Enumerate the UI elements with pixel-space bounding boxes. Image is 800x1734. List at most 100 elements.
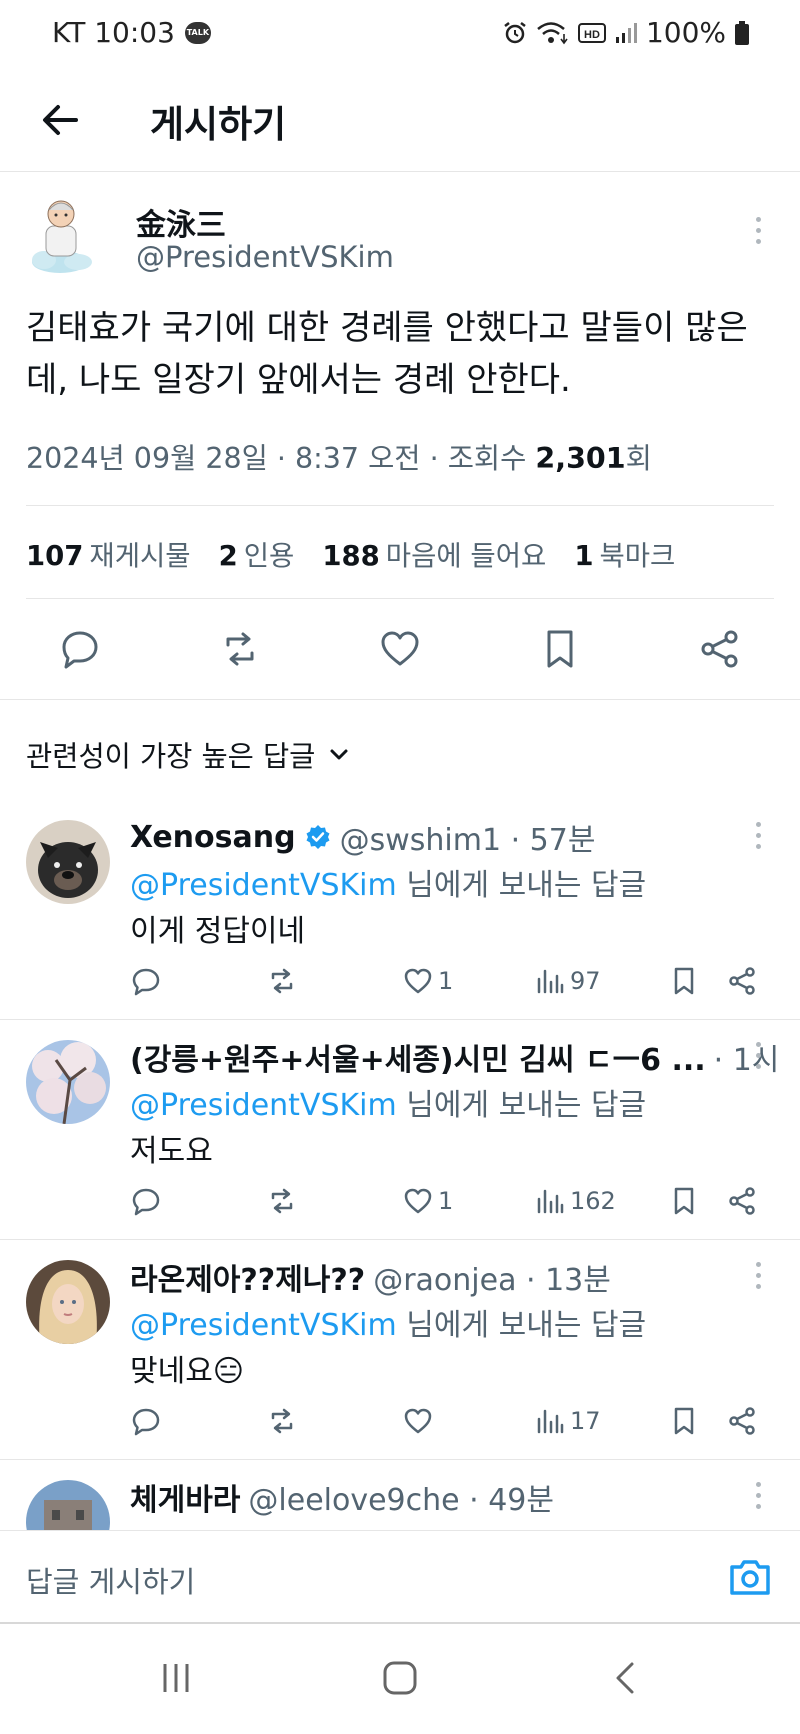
like-heart-icon	[404, 1408, 432, 1434]
reply-author-handle[interactable]: @swshim1 · 57분	[340, 815, 596, 859]
reply-icon	[132, 1408, 160, 1436]
post-author-handle[interactable]: @PresidentVSKim	[136, 240, 394, 274]
reply-mention-link[interactable]: @PresidentVSKim	[130, 1308, 397, 1343]
reply-bookmark-button[interactable]	[668, 965, 700, 997]
reply-mention-link[interactable]: @PresidentVSKim	[130, 1088, 397, 1123]
status-bar: KT 10:03 TALK HD 100%	[0, 0, 800, 70]
chevron-down-icon	[330, 749, 348, 759]
views-chart-icon	[537, 1189, 564, 1214]
system-back-icon[interactable]	[608, 1660, 644, 1696]
stat-likes[interactable]: 188 마음에 들어요	[322, 533, 546, 573]
reply-comment-button[interactable]	[130, 1185, 162, 1217]
reply-author-name[interactable]: 체게바라	[130, 1475, 240, 1519]
reply-author-name[interactable]: (강릉+원주+서울+세종)시민 김씨 ㄷㅡ6 ...	[130, 1035, 706, 1079]
status-left: KT 10:03 TALK	[52, 16, 211, 49]
reply-avatar[interactable]	[26, 1260, 110, 1344]
repost-icon	[271, 1408, 293, 1434]
reply-avatar[interactable]	[26, 820, 110, 904]
bookmark-icon	[674, 967, 694, 995]
reply-author-handle[interactable]: @leelove9che · 49분	[248, 1475, 554, 1519]
reply-view-count: 162	[570, 1187, 616, 1215]
reply-composer[interactable]: 답글 게시하기	[0, 1530, 800, 1624]
reply-comment-button[interactable]	[130, 965, 162, 997]
reply-input-placeholder[interactable]: 답글 게시하기	[26, 1559, 195, 1601]
status-right: HD 100%	[502, 16, 750, 49]
more-options-icon[interactable]	[748, 210, 768, 250]
reply-header: 체게바라 @leelove9che · 49분	[130, 1475, 554, 1519]
reply-like-button[interactable]: 1	[402, 1185, 453, 1217]
reply-repost-button[interactable]	[266, 1405, 298, 1437]
post-stats: 107 재게시물 2 인용 188 마음에 들어요 1 북마크	[26, 533, 675, 573]
reply-author-name[interactable]: Xenosang	[130, 820, 296, 855]
stat-bookmarks[interactable]: 1 북마크	[574, 533, 675, 573]
reply-view-count: 17	[570, 1407, 601, 1435]
divider	[0, 1459, 800, 1460]
reply-icon[interactable]	[58, 627, 102, 671]
more-options-icon[interactable]	[748, 815, 768, 855]
reply-avatar[interactable]	[26, 1040, 110, 1124]
reply-sort-dropdown[interactable]: 관련성이 가장 높은 답글	[26, 734, 351, 775]
post-author-name[interactable]: 金泳三	[136, 200, 226, 244]
stat-quotes[interactable]: 2 인용	[219, 533, 295, 573]
reply-share-button[interactable]	[726, 1185, 758, 1217]
reply-author-handle[interactable]: @raonjea · 13분	[373, 1255, 611, 1299]
post-view-count: 2,301	[535, 442, 626, 475]
sort-label: 관련성이 가장 높은 답글	[26, 740, 316, 773]
reply-views-button[interactable]: 17	[534, 1405, 601, 1437]
repost-icon	[271, 968, 293, 994]
views-chart-icon	[537, 1409, 564, 1434]
divider	[0, 1019, 800, 1020]
battery-icon	[735, 20, 749, 45]
reply-header: Xenosang @swshim1 · 57분	[130, 815, 595, 859]
system-nav-bar	[0, 1626, 800, 1734]
bookmark-icon[interactable]	[538, 627, 582, 671]
more-options-icon[interactable]	[748, 1475, 768, 1515]
reply-mention-link[interactable]: @PresidentVSKim	[130, 868, 397, 903]
hd-volte-icon: HD	[577, 22, 606, 43]
reply-repost-button[interactable]	[266, 965, 298, 997]
post-date-time: 2024년 09월 28일 · 8:37 오전 · 조회수	[26, 442, 536, 475]
reply-bookmark-button[interactable]	[668, 1185, 700, 1217]
repost-icon	[271, 1188, 293, 1214]
back-arrow-icon[interactable]	[36, 96, 84, 144]
reply-like-button[interactable]	[402, 1405, 434, 1437]
like-heart-icon[interactable]	[378, 627, 422, 671]
post-view-suffix: 회	[625, 442, 652, 475]
more-options-icon[interactable]	[748, 1035, 768, 1075]
more-options-icon[interactable]	[748, 1255, 768, 1295]
reply-views-button[interactable]: 162	[534, 1185, 616, 1217]
reply-repost-button[interactable]	[266, 1185, 298, 1217]
reply-views-button[interactable]: 97	[534, 965, 601, 997]
reply-like-count: 1	[438, 1187, 454, 1215]
divider	[26, 505, 774, 506]
share-icon[interactable]	[698, 627, 742, 671]
home-icon[interactable]	[382, 1660, 418, 1696]
page-title: 게시하기	[150, 103, 287, 146]
reply-icon	[132, 1188, 160, 1216]
reply-share-button[interactable]	[726, 1405, 758, 1437]
reply-like-count: 1	[438, 967, 454, 995]
reply-author-handle[interactable]: · 1시	[714, 1035, 780, 1079]
reply-author-name[interactable]: 라온제아??제나??	[130, 1255, 365, 1299]
camera-icon[interactable]	[726, 1553, 774, 1601]
post-author-avatar[interactable]	[26, 196, 102, 278]
reply-share-button[interactable]	[726, 965, 758, 997]
reply-bookmark-button[interactable]	[668, 1405, 700, 1437]
alarm-icon	[504, 21, 526, 43]
reply-header: 라온제아??제나?? @raonjea · 13분	[130, 1255, 611, 1299]
wifi-icon	[537, 21, 568, 44]
carrier-time: KT 10:03	[52, 16, 175, 49]
recent-apps-icon[interactable]	[158, 1660, 194, 1696]
reply-comment-button[interactable]	[130, 1405, 162, 1437]
repost-icon[interactable]	[218, 627, 262, 671]
share-icon	[729, 1187, 755, 1215]
stat-reposts[interactable]: 107 재게시물	[26, 533, 191, 573]
reply-to-line: @PresidentVSKim 님에게 보내는 답글	[130, 1088, 647, 1123]
reply-icon	[132, 968, 160, 996]
share-icon	[729, 967, 755, 995]
bookmark-icon	[674, 1187, 694, 1215]
reply-text: 맞네요😑	[130, 1354, 245, 1389]
reply-like-button[interactable]: 1	[402, 965, 453, 997]
talk-notification-icon: TALK	[184, 21, 211, 44]
divider	[0, 699, 800, 700]
